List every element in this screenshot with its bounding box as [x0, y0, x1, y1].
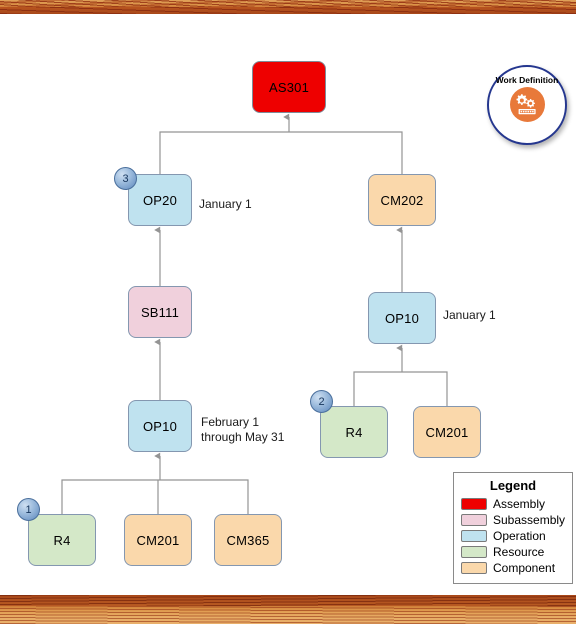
annotation-op10-left-date: February 1 through May 31 — [201, 415, 285, 444]
node-r4-right[interactable]: R4 — [320, 406, 388, 458]
node-as301[interactable]: AS301 — [252, 61, 326, 113]
legend-item-component: Component — [461, 560, 565, 576]
legend-item-resource: Resource — [461, 544, 565, 560]
step-badge-3[interactable]: 3 — [114, 167, 137, 190]
legend-label-resource: Resource — [493, 545, 545, 559]
node-cm201-right-label: CM201 — [425, 424, 469, 440]
annotation-op20-date: January 1 — [199, 197, 252, 211]
gears-machine-icon — [509, 87, 545, 122]
node-cm201-left-label: CM201 — [136, 532, 180, 548]
node-r4-right-label: R4 — [345, 424, 363, 440]
step-badge-1-number: 1 — [25, 503, 32, 516]
node-r4-left-label: R4 — [53, 532, 71, 548]
node-r4-left[interactable]: R4 — [28, 514, 96, 566]
work-definition-diagram: AS301 OP20 CM202 SB111 OP10 OP10 R4 CM20… — [0, 14, 576, 595]
node-cm202[interactable]: CM202 — [368, 174, 436, 226]
node-sb111[interactable]: SB111 — [128, 286, 192, 338]
node-op10-right[interactable]: OP10 — [368, 292, 436, 344]
legend-swatch-subassembly — [461, 514, 487, 526]
legend-swatch-assembly — [461, 498, 487, 510]
legend-title: Legend — [489, 478, 537, 493]
node-op20-label: OP20 — [142, 192, 178, 208]
node-op10-left-label: OP10 — [142, 418, 178, 434]
node-as301-label: AS301 — [268, 79, 310, 95]
edge-children-to-op10left — [61, 479, 249, 514]
work-definition-title: Work Definition — [495, 75, 559, 85]
bottom-decorative-banner — [0, 595, 576, 624]
step-badge-2[interactable]: 2 — [310, 390, 333, 413]
top-decorative-banner — [0, 0, 576, 14]
node-cm202-label: CM202 — [380, 192, 424, 208]
work-definition-badge: Work Definition — [487, 65, 567, 145]
step-badge-3-number: 3 — [122, 172, 129, 185]
legend-swatch-component — [461, 562, 487, 574]
legend-swatch-resource — [461, 546, 487, 558]
legend-label-assembly: Assembly — [493, 497, 546, 511]
step-badge-1[interactable]: 1 — [17, 498, 40, 521]
edge-children-to-as301 — [159, 131, 403, 174]
legend-label-subassembly: Subassembly — [493, 513, 566, 527]
legend-label-operation: Operation — [493, 529, 546, 543]
node-op10-left[interactable]: OP10 — [128, 400, 192, 452]
legend-item-assembly: Assembly — [461, 496, 565, 512]
node-cm365[interactable]: CM365 — [214, 514, 282, 566]
node-cm201-left[interactable]: CM201 — [124, 514, 192, 566]
legend-item-operation: Operation — [461, 528, 565, 544]
node-op20[interactable]: OP20 — [128, 174, 192, 226]
edge-children-to-op10right — [353, 371, 448, 406]
node-sb111-label: SB111 — [140, 304, 180, 320]
step-badge-2-number: 2 — [318, 395, 325, 408]
legend-swatch-operation — [461, 530, 487, 542]
legend-label-component: Component — [493, 561, 556, 575]
annotation-op10-right-date: January 1 — [443, 308, 496, 322]
node-cm201-right[interactable]: CM201 — [413, 406, 481, 458]
legend-panel: Legend Assembly Subassembly Operation Re… — [453, 472, 573, 584]
node-op10-right-label: OP10 — [384, 310, 420, 326]
legend-item-subassembly: Subassembly — [461, 512, 565, 528]
node-cm365-label: CM365 — [226, 532, 270, 548]
